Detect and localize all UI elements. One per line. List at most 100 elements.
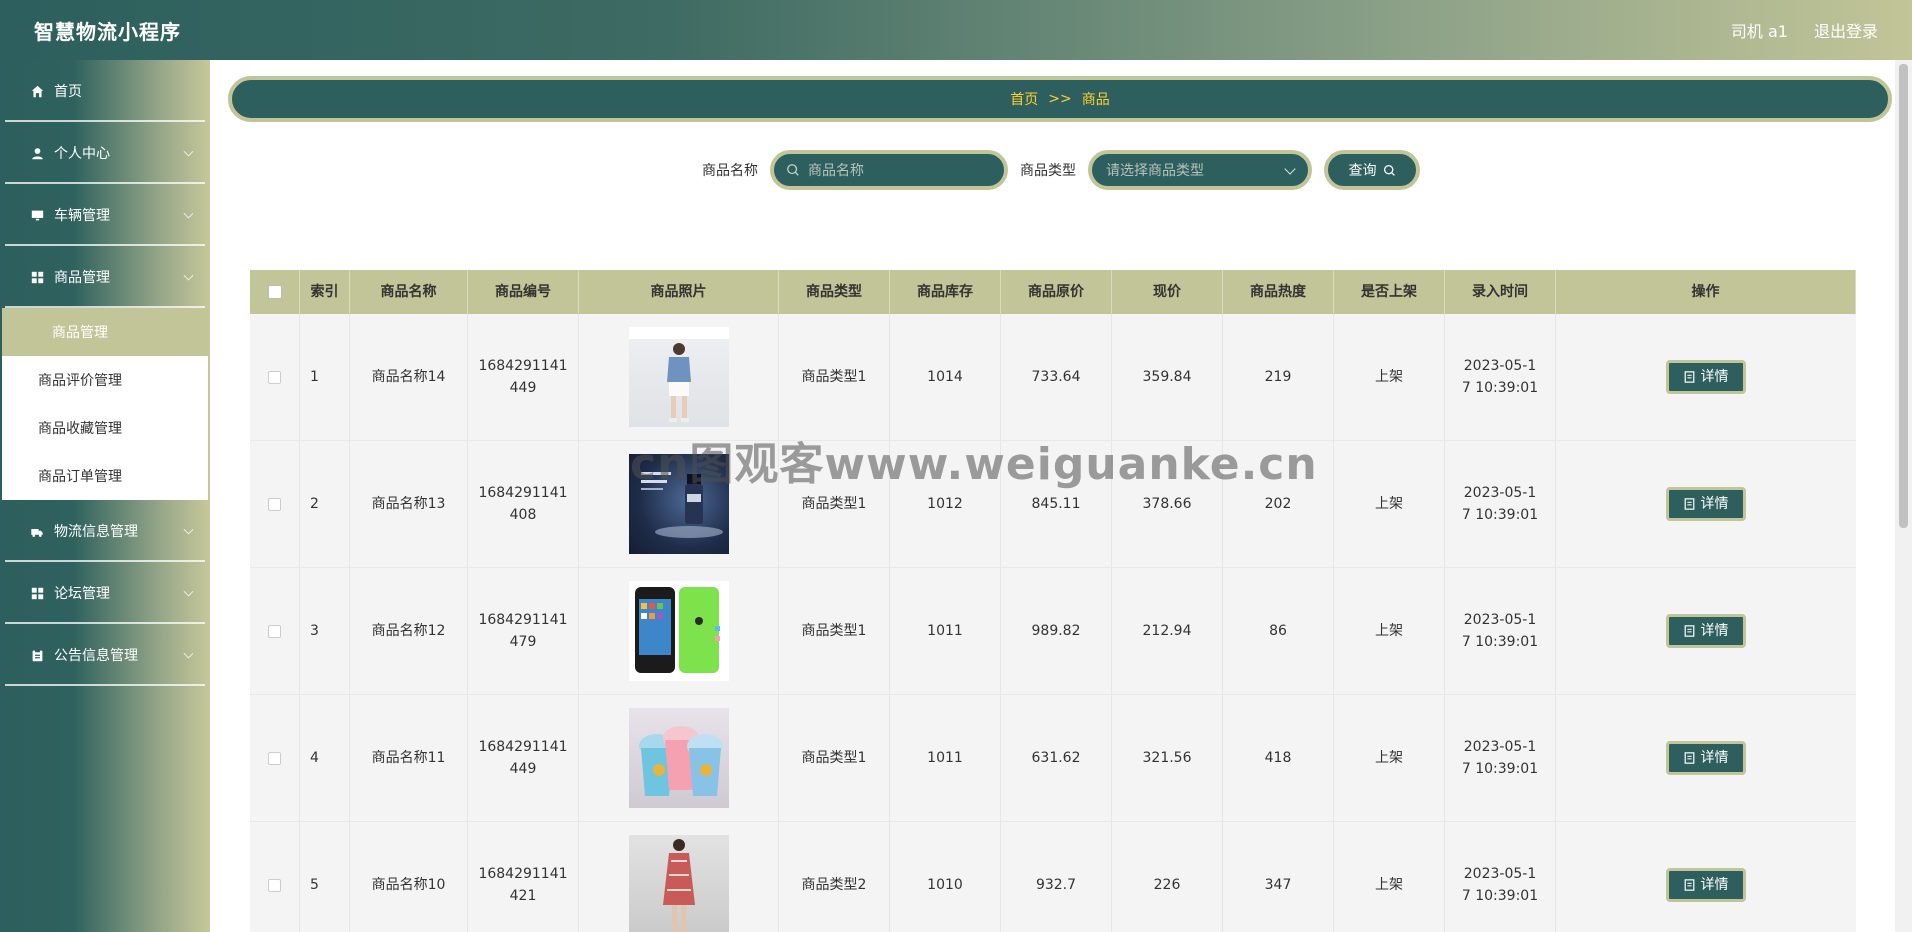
table-body: 1 商品名称14 1684291141449 商品类型1 1014 733.64…	[250, 314, 1856, 932]
product-name-label: 商品名称	[702, 163, 758, 179]
products-table: 索引 商品名称 商品编号 商品照片 商品类型 商品库存 商品原价 现价 商品热度…	[250, 270, 1856, 932]
sidebar-item-vehicles[interactable]: 车辆管理	[0, 184, 210, 246]
submenu-item-product-favorites[interactable]: 商品收藏管理	[2, 404, 208, 452]
stock-cell: 1010	[890, 822, 1001, 932]
user-icon	[30, 146, 44, 160]
colored-cups-photo	[628, 708, 729, 808]
row-checkbox[interactable]	[268, 624, 281, 638]
detail-button-label: 详情	[1700, 750, 1729, 766]
submenu-item-product-orders[interactable]: 商品订单管理	[2, 452, 208, 500]
submenu-item-product-management[interactable]: 商品管理	[2, 308, 208, 356]
row-checkbox[interactable]	[268, 370, 281, 384]
listed-cell: 上架	[1334, 314, 1445, 440]
detail-button[interactable]: 详情	[1666, 868, 1746, 902]
green-phone-photo	[628, 581, 729, 681]
header-cell: 录入时间	[1445, 270, 1556, 314]
product-name-input[interactable]: 商品名称	[770, 150, 1008, 190]
sidebar-item-label: 个人中心	[54, 146, 110, 162]
logout-link[interactable]: 退出登录	[1814, 18, 1878, 42]
code-text: 1684291141408	[478, 485, 568, 523]
vertical-scrollbar[interactable]	[1895, 60, 1912, 932]
sidebar: 首页 个人中心 车辆管理 商品管理 商品管理 商品评价管理 商品收藏管理 商品订…	[0, 60, 210, 932]
top-header: 智慧物流小程序 司机 a1 退出登录	[0, 0, 1912, 60]
time-cell: 2023-05-17 10:39:01	[1445, 822, 1556, 932]
code-cell: 1684291141449	[468, 695, 579, 821]
name-cell: 商品名称14	[350, 314, 468, 440]
document-icon	[1684, 371, 1694, 383]
sidebar-item-personal-center[interactable]: 个人中心	[0, 122, 210, 184]
row-checkbox-cell	[250, 822, 300, 932]
price-cell: 378.66	[1112, 441, 1223, 567]
query-button-label: 查询	[1348, 163, 1377, 179]
chevron-down-icon	[183, 208, 194, 219]
product-type-label: 商品类型	[1020, 163, 1076, 179]
clipboard-icon	[30, 648, 44, 662]
select-all-checkbox[interactable]	[267, 285, 282, 299]
row-checkbox[interactable]	[268, 878, 281, 892]
chevron-down-icon	[183, 146, 194, 157]
table-row: 3 商品名称12 1684291141479 商品类型1 1011 989.82…	[250, 568, 1856, 695]
type-cell: 商品类型2	[779, 822, 890, 932]
detail-button[interactable]: 详情	[1666, 741, 1746, 775]
main-content: 首页 >> 商品 商品名称 商品名称 商品类型 请选择商品类型 查询 索引 商品…	[210, 60, 1912, 932]
header-cell: 索引	[300, 270, 350, 314]
index-cell: 5	[300, 822, 350, 932]
submenu-item-product-reviews[interactable]: 商品评价管理	[2, 356, 208, 404]
name-cell: 商品名称13	[350, 441, 468, 567]
original-price-cell: 932.7	[1001, 822, 1112, 932]
name-cell: 商品名称12	[350, 568, 468, 694]
price-cell: 359.84	[1112, 314, 1223, 440]
time-cell: 2023-05-17 10:39:01	[1445, 695, 1556, 821]
table-row: 4 商品名称11 1684291141449 商品类型1 1011 631.62…	[250, 695, 1856, 822]
detail-button[interactable]: 详情	[1666, 614, 1746, 648]
action-cell: 详情	[1556, 822, 1856, 932]
row-checkbox-cell	[250, 441, 300, 567]
code-text: 1684291141479	[478, 612, 568, 650]
search-bar: 商品名称 商品名称 商品类型 请选择商品类型 查询	[210, 150, 1912, 190]
product-type-placeholder: 请选择商品类型	[1106, 163, 1204, 179]
products-submenu: 商品管理 商品评价管理 商品收藏管理 商品订单管理	[2, 308, 208, 500]
header-cell: 商品照片	[579, 270, 779, 314]
original-price-cell: 845.11	[1001, 441, 1112, 567]
index-cell: 3	[300, 568, 350, 694]
time-text: 2023-05-17 10:39:01	[1461, 485, 1539, 523]
time-cell: 2023-05-17 10:39:01	[1445, 314, 1556, 440]
listed-cell: 上架	[1334, 441, 1445, 567]
sidebar-item-forum[interactable]: 论坛管理	[0, 562, 210, 624]
photo-cell	[579, 441, 779, 567]
detail-button[interactable]: 详情	[1666, 487, 1746, 521]
heat-cell: 219	[1223, 314, 1334, 440]
cosmetic-bottle-photo	[628, 454, 729, 554]
sidebar-item-home[interactable]: 首页	[0, 60, 210, 122]
header-cell: 是否上架	[1334, 270, 1445, 314]
heat-cell: 347	[1223, 822, 1334, 932]
action-cell: 详情	[1556, 441, 1856, 567]
row-checkbox-cell	[250, 314, 300, 440]
document-icon	[1684, 879, 1694, 891]
time-text: 2023-05-17 10:39:01	[1461, 612, 1539, 650]
header-cell: 商品类型	[779, 270, 890, 314]
sidebar-item-products[interactable]: 商品管理	[0, 246, 210, 308]
breadcrumb-home[interactable]: 首页	[1010, 89, 1038, 109]
detail-button[interactable]: 详情	[1666, 360, 1746, 394]
time-cell: 2023-05-17 10:39:01	[1445, 441, 1556, 567]
time-text: 2023-05-17 10:39:01	[1461, 866, 1539, 904]
search-icon	[1383, 164, 1395, 176]
current-user[interactable]: 司机 a1	[1731, 18, 1788, 42]
name-cell: 商品名称11	[350, 695, 468, 821]
row-checkbox[interactable]	[268, 751, 281, 765]
grid-icon	[30, 586, 44, 600]
query-button[interactable]: 查询	[1324, 150, 1420, 190]
header-cell: 现价	[1112, 270, 1223, 314]
sidebar-item-announcements[interactable]: 公告信息管理	[0, 624, 210, 686]
row-checkbox[interactable]	[268, 497, 281, 511]
scrollbar-thumb[interactable]	[1899, 64, 1908, 528]
original-price-cell: 631.62	[1001, 695, 1112, 821]
price-cell: 321.56	[1112, 695, 1223, 821]
row-checkbox-cell	[250, 695, 300, 821]
product-type-select[interactable]: 请选择商品类型	[1088, 150, 1312, 190]
photo-cell	[579, 822, 779, 932]
sidebar-item-logistics[interactable]: 物流信息管理	[0, 500, 210, 562]
header-cell: 商品编号	[468, 270, 579, 314]
action-cell: 详情	[1556, 314, 1856, 440]
